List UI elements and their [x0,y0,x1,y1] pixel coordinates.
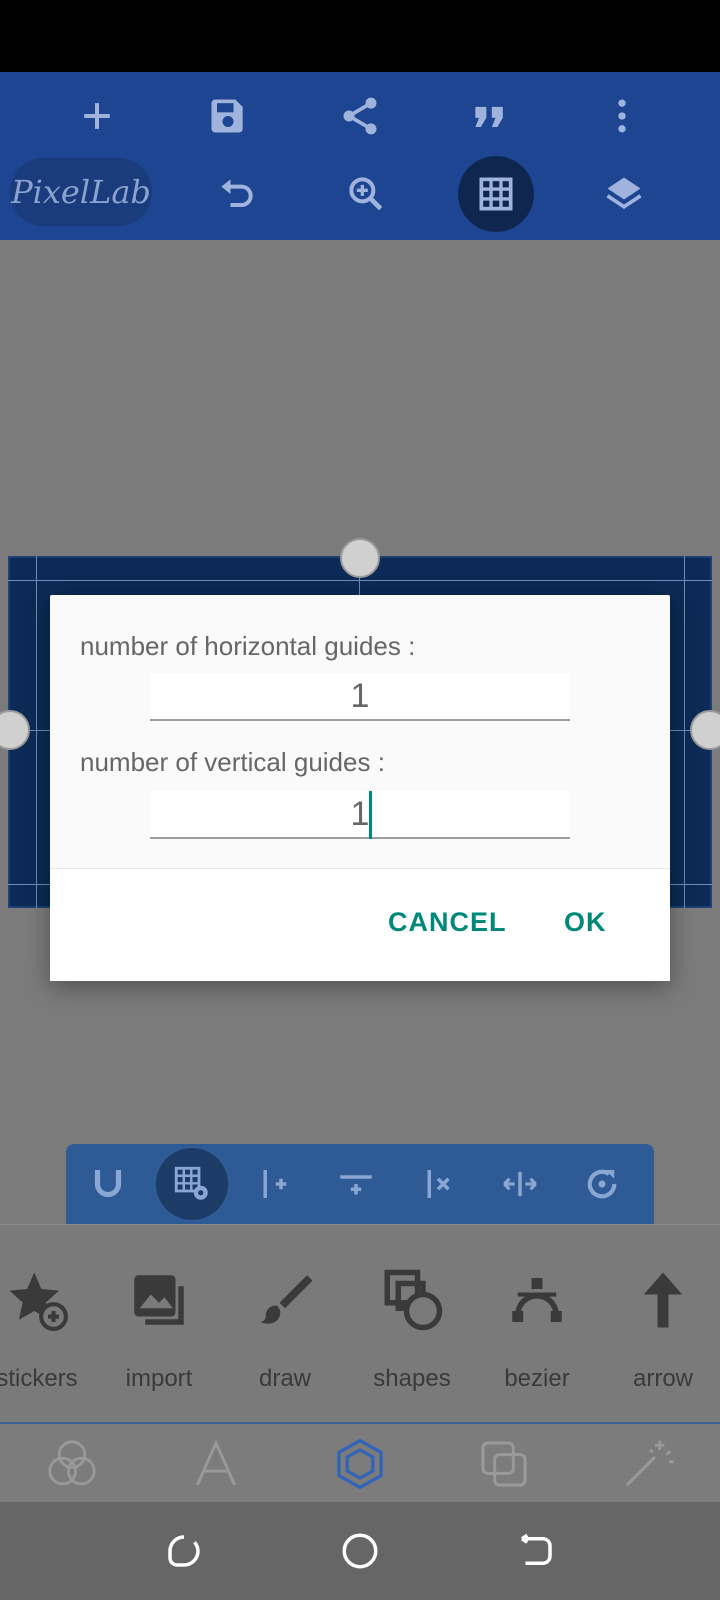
shape-tab[interactable] [332,1436,388,1492]
effects-tab[interactable] [620,1436,676,1492]
tool-label: shapes [373,1365,451,1392]
add-vertical-guide-icon[interactable] [238,1148,310,1220]
import-image-icon [134,1275,184,1325]
tool-stickers[interactable]: stickers [0,1225,92,1425]
guide-line-right [684,556,685,908]
pixellab-logo[interactable]: PixelLab [10,158,152,226]
guide-line-left [36,556,37,908]
tool-label: import [125,1365,193,1392]
tool-label: bezier [504,1365,570,1392]
magic-wand-icon [625,1440,674,1487]
layers-icon[interactable] [584,156,664,232]
recents-icon[interactable] [163,1530,205,1572]
home-icon[interactable] [339,1530,381,1572]
text-tab[interactable] [188,1436,244,1492]
vertical-guides-label: number of vertical guides : [80,747,385,777]
sticker-icon [9,1272,68,1331]
tool-label: arrow [632,1365,693,1392]
top-toolbar: PixelLab [0,72,720,240]
tool-shapes[interactable]: shapes [357,1225,467,1425]
text-icon [195,1439,237,1486]
tool-bezier[interactable]: bezier [482,1225,592,1425]
quote-icon[interactable] [450,78,530,154]
grid-settings-icon[interactable] [156,1148,228,1220]
text-caret [369,791,372,839]
undo-icon[interactable] [196,156,276,232]
save-icon[interactable] [188,78,268,154]
guides-dialog: number of horizontal guides : number of … [50,595,670,981]
share-icon[interactable] [320,78,400,154]
bezier-icon [512,1278,562,1322]
tool-label: draw [258,1365,312,1392]
back-icon[interactable] [515,1530,557,1572]
tool-label: stickers [0,1365,78,1392]
blend-icon [48,1440,96,1486]
grid-icon[interactable] [456,156,536,232]
tool-draw[interactable]: draw [230,1225,340,1425]
center-guide-icon[interactable] [484,1148,556,1220]
add-icon[interactable] [57,78,137,154]
add-horizontal-guide-icon[interactable] [320,1148,392,1220]
reset-icon[interactable] [566,1148,638,1220]
vertical-guides-input[interactable] [150,791,570,839]
status-bar [0,0,720,72]
stack-icon [481,1441,527,1487]
guide-line-top [8,580,712,581]
magnet-icon[interactable] [72,1148,144,1220]
horizontal-guides-input[interactable] [150,673,570,721]
more-vert-icon[interactable] [582,78,662,154]
resize-handle-top[interactable] [340,538,380,578]
arrow-up-icon [643,1272,683,1328]
hexagon-icon [337,1438,383,1490]
tool-import[interactable]: import [104,1225,214,1425]
system-nav-bar [0,1502,720,1600]
zoom-in-icon[interactable] [326,156,406,232]
bottom-tab-bar [0,1424,720,1502]
cancel-button[interactable]: CANCEL [388,907,507,938]
shapes-icon [384,1269,443,1331]
remove-guide-icon[interactable] [402,1148,474,1220]
ok-button[interactable]: OK [564,907,607,938]
brush-icon [260,1275,313,1324]
blend-tab[interactable] [44,1436,100,1492]
tool-arrow[interactable]: arrow [608,1225,718,1425]
guide-toolbar [66,1144,654,1224]
tools-panel: stickers import draw shapes bezier arrow [0,1224,720,1424]
horizontal-guides-label: number of horizontal guides : [80,631,416,661]
layers-tab[interactable] [476,1436,532,1492]
